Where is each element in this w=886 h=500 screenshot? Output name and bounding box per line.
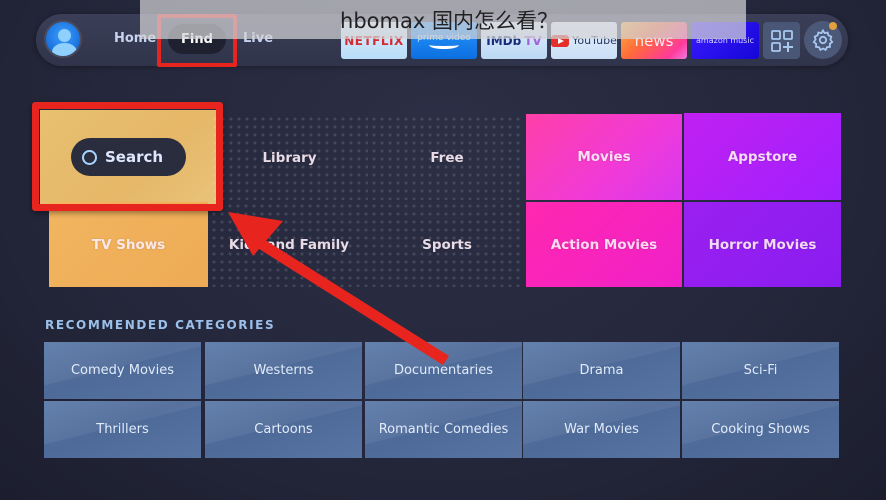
tile-label: Library (262, 149, 317, 166)
recommended-category-tile[interactable]: Drama (523, 342, 680, 399)
category-label: Westerns (253, 363, 314, 378)
category-label: War Movies (564, 422, 639, 437)
category-label: Comedy Movies (70, 363, 175, 378)
recommended-heading: RECOMMENDED CATEGORIES (45, 318, 276, 332)
tile-kids-and-family[interactable]: Kids and Family (210, 202, 368, 287)
recommended-category-tile[interactable]: Cooking Shows (682, 401, 839, 458)
tile-label: Appstore (727, 148, 798, 165)
notification-badge (829, 22, 837, 30)
search-highlight-box (32, 102, 223, 211)
prime-smile-icon (429, 41, 459, 49)
tile-appstore[interactable]: Appstore (684, 113, 841, 200)
category-label: Drama (579, 363, 624, 378)
recommended-category-tile[interactable]: Cartoons (205, 401, 362, 458)
tile-movies[interactable]: Movies (526, 114, 682, 200)
recommended-category-tile[interactable]: Sci-Fi (682, 342, 839, 399)
tile-label: Action Movies (550, 236, 658, 253)
category-label: Cartoons (254, 422, 313, 437)
category-label: Documentaries (393, 363, 494, 378)
user-icon-body (52, 43, 77, 56)
tile-tv-shows[interactable]: TV Shows (49, 202, 208, 287)
recommended-category-tile[interactable]: Documentaries (365, 342, 522, 399)
tile-label: Horror Movies (708, 236, 817, 253)
tile-label: TV Shows (91, 236, 166, 253)
gear-icon (812, 28, 834, 52)
tile-free[interactable]: Free (370, 115, 524, 200)
recommended-category-tile[interactable]: Comedy Movies (44, 342, 201, 399)
profile-avatar[interactable] (44, 20, 82, 58)
tile-sports[interactable]: Sports (370, 202, 524, 287)
recommended-category-tile[interactable]: Romantic Comedies (365, 401, 522, 458)
tile-action-movies[interactable]: Action Movies (526, 202, 682, 287)
tile-label: Sports (422, 236, 472, 253)
category-label: Thrillers (96, 422, 149, 437)
category-label: Romantic Comedies (378, 422, 509, 437)
category-label: Cooking Shows (711, 422, 810, 437)
tile-label: Movies (577, 149, 631, 165)
tile-library[interactable]: Library (211, 115, 368, 200)
recommended-category-tile[interactable]: Thrillers (44, 401, 201, 458)
tile-horror-movies[interactable]: Horror Movies (684, 202, 841, 287)
watermark-banner: hbomax 国内怎么看？ (140, 0, 746, 39)
tile-label: Free (430, 149, 464, 166)
all-apps-button[interactable] (763, 22, 800, 59)
category-label: Sci-Fi (743, 363, 778, 378)
recommended-category-tile[interactable]: War Movies (523, 401, 680, 458)
user-icon-head (58, 29, 71, 42)
recommended-category-tile[interactable]: Westerns (205, 342, 362, 399)
apps-grid-plus-icon (770, 29, 793, 52)
tile-label: Kids and Family (228, 236, 350, 253)
